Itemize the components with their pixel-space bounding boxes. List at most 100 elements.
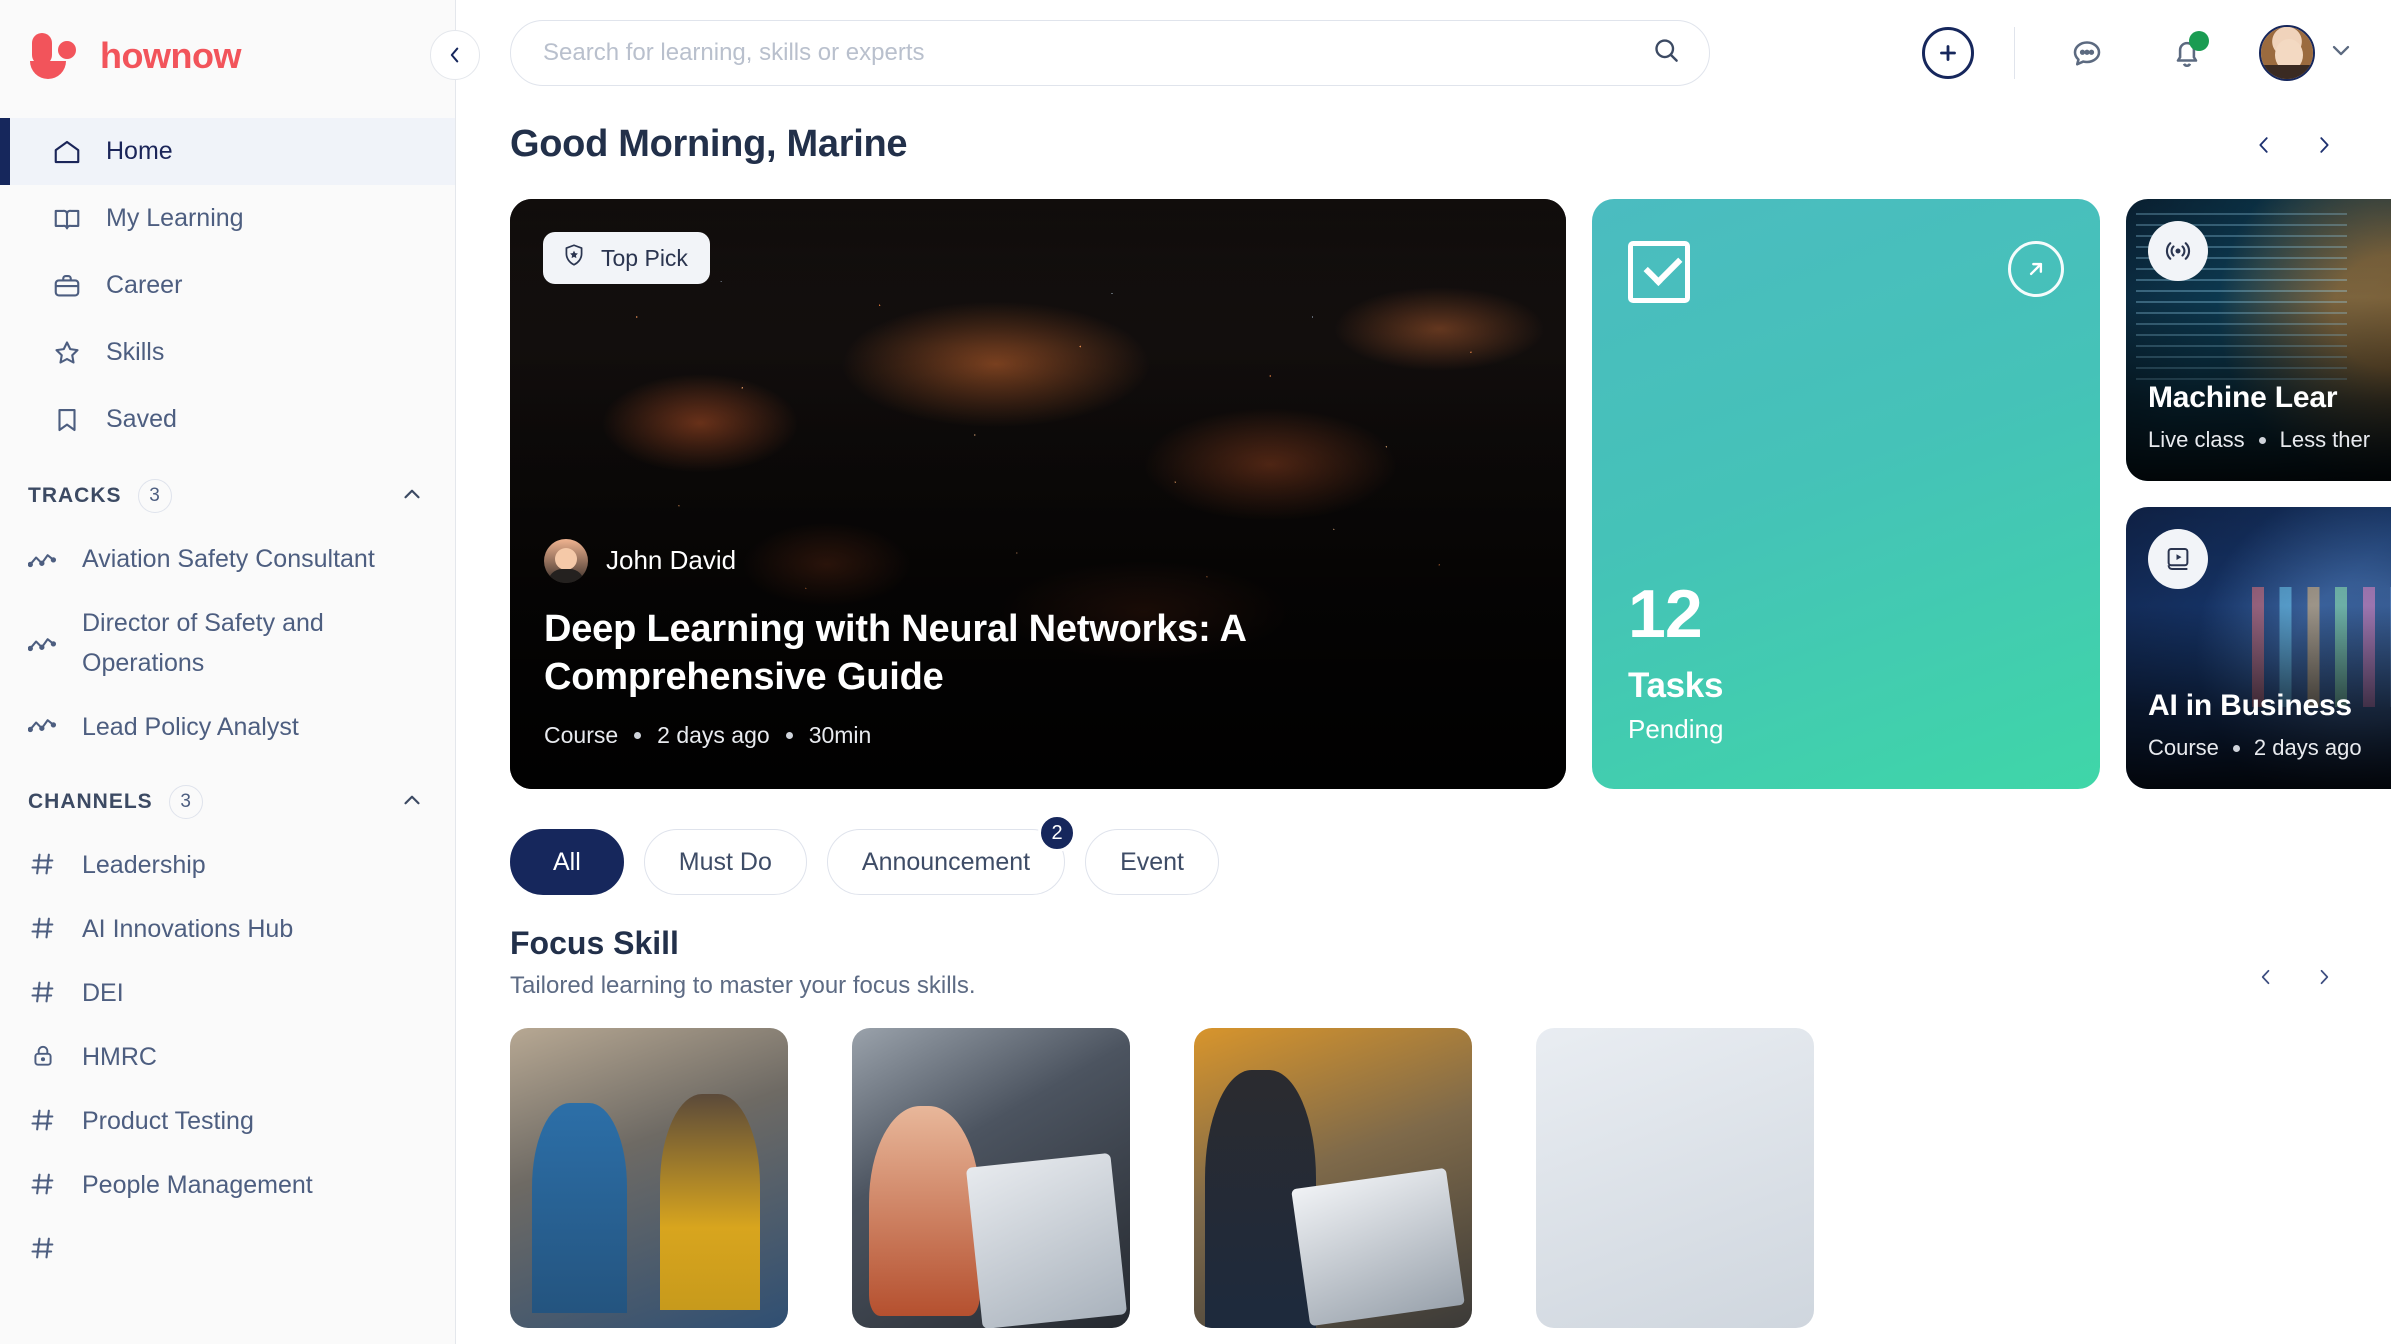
greeting-row: Good Morning, Marine: [456, 105, 2391, 166]
track-line-icon: [28, 546, 58, 576]
sidebar-item-home[interactable]: Home: [0, 118, 455, 185]
sidebar-channel-leadership[interactable]: Leadership: [0, 833, 455, 897]
filter-tab-announcement[interactable]: Announcement 2: [826, 814, 1077, 895]
bell-icon[interactable]: [2159, 25, 2215, 81]
main-content: Good Morning, Marine T: [456, 0, 2391, 1344]
plus-circle-icon[interactable]: [1922, 26, 1974, 79]
search-bar[interactable]: [510, 19, 1710, 86]
sidebar-channel-ai-innovations-hub[interactable]: AI Innovations Hub: [0, 897, 455, 961]
sidebar-item-label: Saved: [106, 405, 177, 433]
sidebar-track-director-of-safety-and-operations[interactable]: Director of Safety and Operations: [0, 591, 455, 695]
focus-skill-card-4[interactable]: [1536, 1028, 1814, 1328]
sidebar-channel-next-partial[interactable]: [0, 1217, 455, 1275]
focus-skill-card-2[interactable]: [852, 1028, 1130, 1328]
chevron-up-icon[interactable]: [399, 481, 425, 512]
sidebar-channel-label: Product Testing: [82, 1107, 254, 1135]
hash-icon: [28, 977, 58, 1007]
shield-star-icon: [561, 242, 587, 274]
chat-bubble-icon[interactable]: [2059, 25, 2115, 81]
notification-badge-dot: [2189, 30, 2209, 51]
hero-meta-date: 2 days ago: [657, 722, 770, 748]
sidebar-track-label: Aviation Safety Consultant: [82, 545, 375, 573]
topbar: [456, 0, 2391, 105]
focus-skill-title: Focus Skill: [510, 925, 679, 961]
hero-carousel-next-icon[interactable]: [2311, 128, 2337, 162]
sidebar-channel-product-testing[interactable]: Product Testing: [0, 1089, 455, 1153]
sidebar-channel-label: HMRC: [82, 1043, 157, 1071]
tracks-title: TRACKS: [28, 484, 122, 507]
track-line-icon: [28, 711, 58, 741]
sidebar-item-label: My Learning: [106, 204, 244, 232]
sidebar-track-lead-policy-analyst[interactable]: Lead Policy Analyst: [0, 695, 455, 759]
tasks-summary-text: 12 Tasks Pending: [1628, 580, 1723, 745]
focus-skill-carousel-controls: [2253, 960, 2337, 1000]
search-icon[interactable]: [1651, 35, 1681, 70]
sidebar-item-label: Career: [106, 271, 183, 299]
focus-carousel-prev-icon[interactable]: [2253, 960, 2279, 994]
sidebar-channel-dei[interactable]: DEI: [0, 961, 455, 1025]
sidebar-collapse-button[interactable]: [430, 30, 480, 80]
broadcast-icon: [2148, 221, 2208, 281]
chevron-down-icon[interactable]: [2327, 36, 2355, 69]
hero-course-card[interactable]: Top Pick John David Deep Learning with N…: [510, 199, 1566, 789]
hero-course-title: Deep Learning with Neural Networks: A Co…: [544, 607, 1246, 699]
announcement-count-badge: 2: [1038, 814, 1077, 852]
topbar-actions: [1922, 24, 2355, 81]
checkbox-check-icon: [1628, 241, 1690, 303]
filter-tab-event[interactable]: Event: [1085, 829, 1220, 895]
sidebar-channel-label: DEI: [82, 979, 124, 1007]
live-class-title: Machine Lear: [2148, 381, 2338, 414]
hero-card-body: John David Deep Learning with Neural Net…: [544, 538, 1506, 749]
focus-skill-card-3[interactable]: [1194, 1028, 1472, 1328]
bookmark-icon: [52, 405, 82, 435]
meta-separator-dot: [785, 732, 793, 739]
focus-carousel-next-icon[interactable]: [2311, 960, 2337, 994]
side-card-stack: Machine Lear Live class Less ther AI in …: [2126, 199, 2391, 789]
sidebar-channel-people-management[interactable]: People Management: [0, 1153, 455, 1217]
hero-author-name: John David: [606, 545, 737, 576]
ai-in-business-card[interactable]: AI in Business Course 2 days ago: [2126, 507, 2391, 789]
search-input[interactable]: [543, 38, 1651, 67]
sidebar-track-aviation-safety-consultant[interactable]: Aviation Safety Consultant: [0, 527, 455, 591]
focus-skill-card-1[interactable]: [510, 1028, 788, 1328]
sidebar-item-skills[interactable]: Skills: [0, 319, 455, 386]
sidebar-item-career[interactable]: Career: [0, 252, 455, 319]
hero-carousel: Top Pick John David Deep Learning with N…: [456, 166, 2391, 789]
sidebar-channel-hmrc[interactable]: HMRC: [0, 1025, 455, 1089]
track-line-icon: [28, 630, 58, 660]
meta-separator-dot: [2232, 744, 2240, 752]
live-class-card[interactable]: Machine Lear Live class Less ther: [2126, 199, 2391, 481]
sidebar-item-label: Home: [106, 137, 173, 165]
hero-course-meta: Course 2 days ago 30min: [544, 722, 1506, 749]
tasks-count: 12: [1628, 576, 1703, 652]
page-title: Good Morning, Marine: [510, 123, 908, 165]
arrow-up-right-icon[interactable]: [2008, 241, 2064, 297]
hero-carousel-prev-icon[interactable]: [2251, 128, 2277, 162]
channels-section-header[interactable]: CHANNELS 3: [0, 759, 455, 833]
filter-tab-all[interactable]: All: [510, 829, 624, 895]
live-class-meta: Live class Less ther: [2148, 427, 2391, 453]
chevron-up-icon[interactable]: [399, 787, 425, 818]
app-root: hownow Home My Learning Career Skills Sa…: [0, 0, 2391, 1344]
filter-tab-label: Must Do: [678, 847, 772, 876]
book-icon: [52, 204, 82, 234]
filter-tab-must-do[interactable]: Must Do: [643, 829, 807, 895]
top-pick-label: Top Pick: [601, 244, 688, 271]
hero-meta-type: Course: [544, 722, 619, 748]
sidebar-item-my-learning[interactable]: My Learning: [0, 185, 455, 252]
tasks-label: Tasks: [1628, 666, 1724, 705]
primary-nav: Home My Learning Career Skills Saved: [0, 112, 455, 453]
tracks-section-header[interactable]: TRACKS 3: [0, 453, 455, 527]
sidebar-channel-label: People Management: [82, 1171, 313, 1199]
tasks-summary-card[interactable]: 12 Tasks Pending: [1592, 199, 2100, 789]
hash-icon: [28, 913, 58, 943]
ai-in-business-body: AI in Business Course 2 days ago: [2148, 689, 2391, 761]
hero-carousel-controls: [2251, 128, 2337, 162]
sidebar-item-saved[interactable]: Saved: [0, 386, 455, 453]
top-pick-badge: Top Pick: [543, 232, 710, 284]
briefcase-icon: [52, 271, 82, 301]
sidebar-track-label: Lead Policy Analyst: [82, 713, 299, 741]
home-icon: [52, 137, 82, 167]
brand-logo[interactable]: hownow: [0, 0, 455, 112]
avatar[interactable]: [2259, 24, 2315, 81]
